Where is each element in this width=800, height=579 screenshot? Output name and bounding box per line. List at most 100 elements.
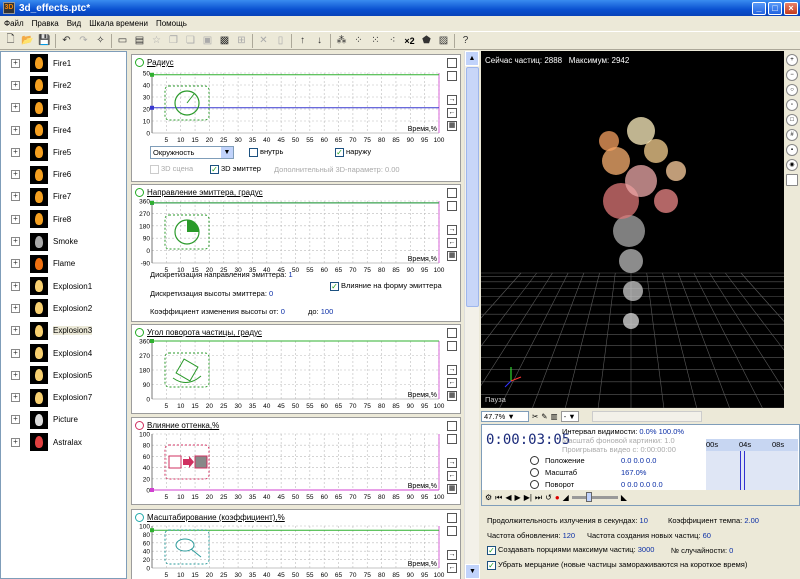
- chart-icon[interactable]: ▥: [551, 412, 558, 421]
- zoom-in-icon[interactable]: +: [786, 54, 798, 66]
- arrow-right-button[interactable]: →: [447, 225, 457, 235]
- folder-icon[interactable]: ▭: [114, 33, 131, 49]
- skip-end-icon[interactable]: ⏭: [535, 493, 542, 503]
- grid-icon[interactable]: #: [786, 129, 798, 141]
- zoom-select[interactable]: 47.7% ▼: [481, 410, 529, 422]
- emitter-group-icon[interactable]: ⁘: [350, 33, 367, 49]
- delete-icon[interactable]: ✕: [255, 33, 272, 49]
- update-rate-value[interactable]: 120: [563, 531, 576, 540]
- scroll-up-icon[interactable]: ▲: [465, 51, 479, 66]
- speed-slider[interactable]: [571, 492, 618, 502]
- duplicate-icon[interactable]: ▣: [199, 33, 216, 49]
- menu-file[interactable]: Файл: [0, 19, 28, 28]
- maximize-graph-button[interactable]: [447, 421, 457, 431]
- menu-timeline[interactable]: Шкала времени: [85, 19, 152, 28]
- layer-item[interactable]: + Fire3: [1, 97, 126, 119]
- frame-select[interactable]: - ▼: [560, 410, 579, 422]
- row-value[interactable]: 0 0.0 0.0 0.0: [621, 480, 663, 489]
- playhead[interactable]: [740, 451, 741, 491]
- restore-graph-button[interactable]: [447, 434, 457, 444]
- close-button[interactable]: ×: [784, 1, 798, 15]
- speed-slider-thumb[interactable]: [585, 492, 592, 502]
- step-forward-icon[interactable]: ▶|: [524, 493, 532, 502]
- creation-rate-value[interactable]: 60: [703, 531, 711, 540]
- expand-plus-icon[interactable]: +: [11, 103, 20, 113]
- maximize-graph-button[interactable]: [447, 328, 457, 338]
- expand-plus-icon[interactable]: +: [11, 80, 20, 90]
- layer-item[interactable]: + Fire4: [1, 119, 126, 141]
- speed-x2-icon[interactable]: ×2: [401, 36, 418, 46]
- redo-icon[interactable]: ↷: [75, 33, 92, 49]
- expand-plus-icon[interactable]: +: [11, 303, 20, 313]
- layer-item[interactable]: + Fire5: [1, 141, 126, 163]
- step-back-icon[interactable]: ◀: [505, 493, 511, 502]
- film-button[interactable]: ▦: [447, 484, 457, 494]
- scroll-down-icon[interactable]: ▼: [465, 564, 480, 579]
- timeline-row-scale[interactable]: Масштаб 167.0%: [530, 467, 646, 478]
- color-swatch-icon[interactable]: [786, 174, 798, 186]
- layer-item[interactable]: + Fire8: [1, 208, 126, 230]
- discretization-height-value[interactable]: 0: [269, 289, 273, 298]
- brush-icon[interactable]: ✎: [541, 412, 547, 421]
- arrow-right-button[interactable]: →: [447, 458, 457, 468]
- tint-graph[interactable]: 100 80 60 40 20 0 5 10 15 20 25 30 35 40 45 50 55 60 65 70 7…: [136, 430, 446, 504]
- duration-value[interactable]: 10: [640, 516, 648, 525]
- split-icon[interactable]: ⊞: [233, 33, 250, 49]
- expand-plus-icon[interactable]: +: [11, 170, 20, 180]
- arrow-left-button[interactable]: ←: [447, 471, 457, 481]
- camera-icon[interactable]: ◉: [786, 159, 798, 171]
- tempo-value[interactable]: 2.00: [744, 516, 759, 525]
- image-add-icon[interactable]: ▩: [216, 33, 233, 49]
- expand-plus-icon[interactable]: +: [11, 437, 20, 447]
- maximize-graph-button[interactable]: [447, 58, 457, 68]
- emitter-link-icon[interactable]: ⁙: [367, 33, 384, 49]
- arrow-left-button[interactable]: ←: [447, 108, 457, 118]
- scale-graph[interactable]: 1008060402005 10 15 20 25 30 35 40 45 50 55 60 65 70 7…: [136, 522, 446, 579]
- arrow-left-button[interactable]: ←: [447, 563, 457, 573]
- height-coef-from[interactable]: 0: [281, 307, 285, 316]
- background-icon[interactable]: ▪: [786, 144, 798, 156]
- particles-icon[interactable]: ⁂: [333, 33, 350, 49]
- row-value[interactable]: 167.0%: [621, 468, 646, 477]
- film-button[interactable]: ▦: [447, 121, 457, 131]
- timeline-row-rotation[interactable]: Поворот 0 0.0 0.0 0.0: [530, 479, 663, 490]
- zoom-out-icon[interactable]: −: [786, 69, 798, 81]
- expand-plus-icon[interactable]: +: [11, 214, 20, 224]
- height-coef-to[interactable]: 100: [321, 307, 334, 316]
- flicker-checkbox[interactable]: ✓ Убрать мерцание (новые частицы заморажи…: [487, 560, 747, 570]
- emitter-move-icon[interactable]: ⁖: [384, 33, 401, 49]
- expand-plus-icon[interactable]: +: [11, 259, 20, 269]
- random-value[interactable]: 0: [729, 546, 733, 555]
- expand-plus-icon[interactable]: +: [11, 192, 20, 202]
- film-button[interactable]: ▦: [447, 251, 457, 261]
- document-icon[interactable]: ▯: [272, 33, 289, 49]
- expand-plus-icon[interactable]: +: [11, 58, 20, 68]
- layer-item[interactable]: + Explosion7: [1, 386, 126, 408]
- burst-checkbox[interactable]: ✓ Создавать порциями максимум частиц: 300…: [487, 545, 654, 555]
- scissors-icon[interactable]: ✂: [532, 412, 538, 421]
- outside-checkbox[interactable]: ✓ наружу: [335, 147, 371, 157]
- layer-item[interactable]: + Explosion1: [1, 275, 126, 297]
- expand-plus-icon[interactable]: +: [11, 281, 20, 291]
- row-value[interactable]: 0.0 0.0 0.0: [621, 456, 656, 465]
- zoom-reset-icon[interactable]: ○: [786, 84, 798, 96]
- expand-plus-icon[interactable]: +: [11, 370, 20, 380]
- layer-item[interactable]: + Flame: [1, 253, 126, 275]
- undo-icon[interactable]: ↶: [58, 33, 75, 49]
- layer-item[interactable]: + Fire6: [1, 163, 126, 185]
- visibility-from[interactable]: 0.0%: [639, 427, 656, 436]
- help-icon[interactable]: ?: [457, 33, 474, 49]
- restore-graph-button[interactable]: [447, 71, 457, 81]
- scene3d-checkbox[interactable]: 3D сцена: [150, 164, 193, 174]
- restore-graph-button[interactable]: [447, 526, 457, 536]
- direction-graph[interactable]: 360270180900-905 10 15 20 25 30 35 40 45 50 55 60 65…: [136, 197, 446, 277]
- wand-icon[interactable]: ✧: [92, 33, 109, 49]
- keyframe-tracks[interactable]: [706, 451, 798, 491]
- move-down-icon[interactable]: ↓: [311, 33, 328, 49]
- clapper-icon[interactable]: ▤: [131, 33, 148, 49]
- settings-icon[interactable]: ⚙: [485, 493, 492, 502]
- inside-checkbox[interactable]: внутрь: [249, 147, 283, 157]
- arrow-right-button[interactable]: →: [447, 95, 457, 105]
- emitter-shape-select[interactable]: Окружность ▼: [150, 146, 234, 159]
- layer-item[interactable]: + Fire7: [1, 186, 126, 208]
